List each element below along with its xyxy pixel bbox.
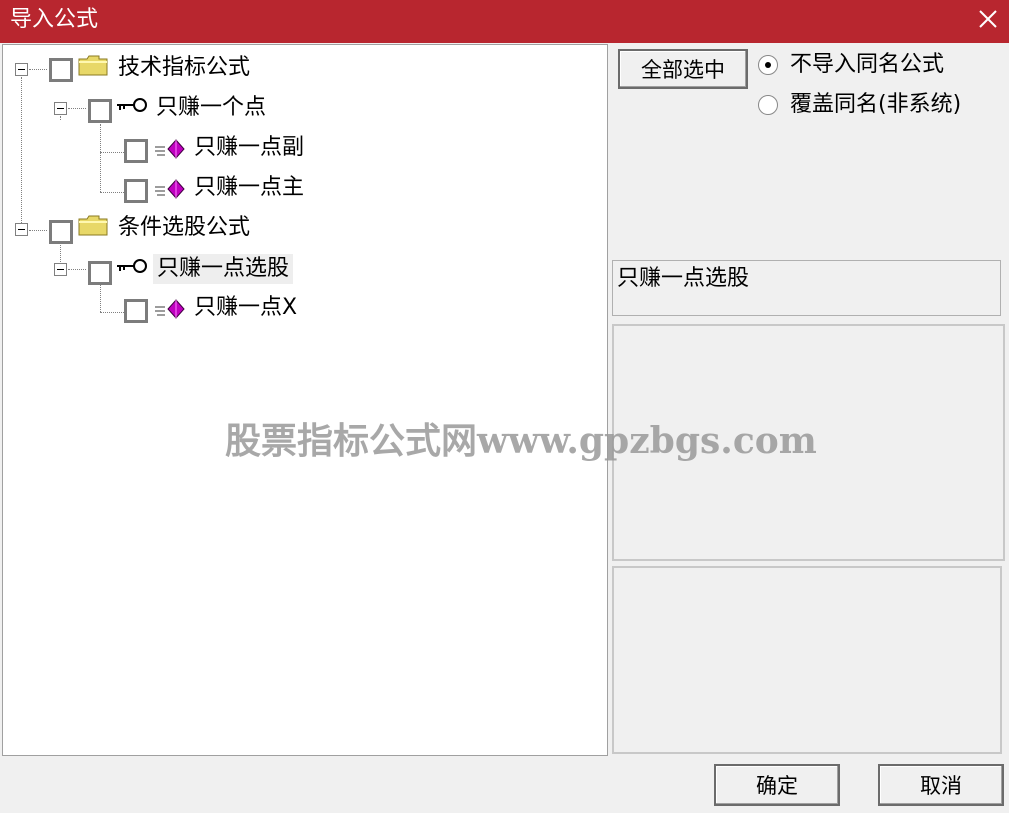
option-overwrite-same-name[interactable]: 覆盖同名(非系统) bbox=[758, 91, 998, 121]
node-checkbox[interactable] bbox=[124, 139, 148, 163]
formula-icon bbox=[155, 179, 185, 199]
tree-node-formula[interactable]: 只赚一点副 bbox=[3, 131, 343, 167]
option-label: 覆盖同名(非系统) bbox=[790, 92, 962, 117]
tree-node-formula[interactable]: 只赚一点X bbox=[3, 291, 343, 327]
tree-node-label[interactable]: 只赚一点主 bbox=[194, 173, 304, 203]
watermark: 股票指标公式网www.gpzbgs.com bbox=[225, 420, 817, 462]
select-all-button[interactable]: 全部选中 bbox=[618, 49, 748, 89]
collapse-icon[interactable] bbox=[54, 263, 67, 276]
formula-tree[interactable]: 技术指标公式 只赚一个点 只赚一点副 只赚一点主 条件选股公式 只赚一点选股 只… bbox=[2, 44, 608, 756]
tree-node-folder[interactable]: 技术指标公式 bbox=[3, 51, 303, 87]
folder-icon bbox=[78, 55, 108, 76]
tree-node-label-selected[interactable]: 只赚一点选股 bbox=[153, 254, 294, 284]
collapse-icon[interactable] bbox=[15, 223, 28, 236]
tree-node-indicator[interactable]: 只赚一个点 bbox=[3, 91, 323, 127]
tree-node-indicator[interactable]: 只赚一点选股 bbox=[3, 251, 323, 287]
radio-button-checked[interactable] bbox=[758, 55, 778, 75]
node-checkbox[interactable] bbox=[88, 99, 112, 123]
tree-node-label[interactable]: 只赚一点X bbox=[194, 293, 297, 323]
tree-node-label[interactable]: 技术指标公式 bbox=[118, 53, 250, 83]
ok-button[interactable]: 确定 bbox=[714, 764, 840, 806]
formula-name-box: 只赚一点选股 bbox=[612, 260, 1001, 316]
radio-button[interactable] bbox=[758, 95, 778, 115]
tree-node-label[interactable]: 只赚一个点 bbox=[156, 93, 266, 123]
key-icon bbox=[117, 259, 147, 273]
folder-icon bbox=[78, 215, 108, 236]
node-checkbox[interactable] bbox=[88, 261, 112, 285]
node-checkbox[interactable] bbox=[124, 179, 148, 203]
formula-name: 只赚一点选股 bbox=[617, 266, 750, 291]
window-title: 导入公式 bbox=[10, 7, 99, 32]
node-checkbox[interactable] bbox=[124, 299, 148, 323]
close-icon[interactable] bbox=[977, 8, 999, 30]
option-skip-same-name[interactable]: 不导入同名公式 bbox=[758, 51, 978, 81]
option-label: 不导入同名公式 bbox=[790, 52, 945, 77]
cancel-button[interactable]: 取消 bbox=[878, 764, 1004, 806]
tree-node-formula[interactable]: 只赚一点主 bbox=[3, 171, 343, 207]
key-icon bbox=[117, 98, 147, 112]
tree-node-label[interactable]: 只赚一点副 bbox=[194, 133, 304, 163]
formula-icon bbox=[155, 139, 185, 159]
node-checkbox[interactable] bbox=[49, 58, 73, 82]
collapse-icon[interactable] bbox=[15, 63, 28, 76]
formula-params-field[interactable] bbox=[612, 566, 1002, 754]
node-checkbox[interactable] bbox=[49, 220, 73, 244]
formula-icon bbox=[155, 299, 185, 319]
tree-node-folder[interactable]: 条件选股公式 bbox=[3, 211, 303, 247]
title-bar: 导入公式 bbox=[0, 0, 1009, 43]
tree-node-label[interactable]: 条件选股公式 bbox=[118, 213, 250, 243]
collapse-icon[interactable] bbox=[54, 102, 67, 115]
